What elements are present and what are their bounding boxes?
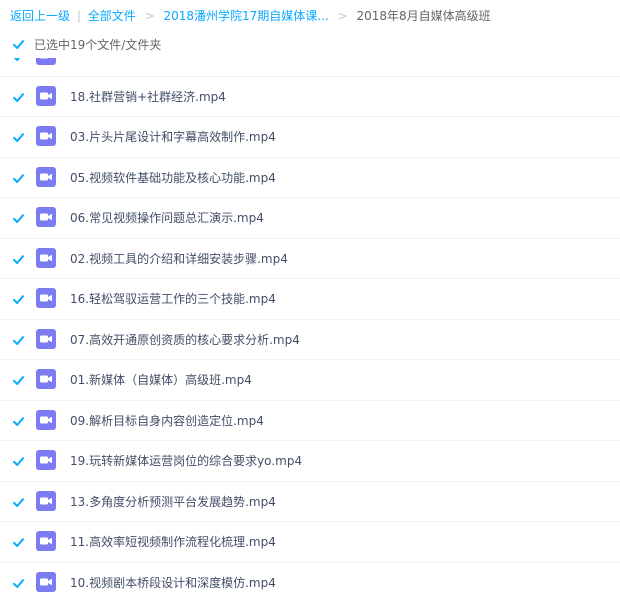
file-row[interactable]: 19.玩转新媒体运营岗位的综合要求yo.mp4 — [0, 441, 620, 482]
breadcrumb-trail: 返回上一级 | 全部文件 > 2018潘州学院17期自媒体课... > 2018… — [10, 0, 491, 32]
breadcrumb-separator: > — [144, 9, 155, 23]
file-checkbox[interactable] — [12, 252, 25, 266]
file-row[interactable]: 10.视频剧本桥段设计和深度模仿.mp4 — [0, 562, 620, 598]
video-icon — [36, 531, 56, 551]
file-row[interactable] — [0, 58, 620, 77]
checkmark-icon — [13, 335, 24, 345]
back-link[interactable]: 返回上一级 — [10, 9, 70, 23]
checkmark-icon — [13, 497, 24, 507]
video-icon — [36, 58, 56, 65]
video-icon — [36, 490, 56, 511]
file-checkbox[interactable] — [12, 90, 25, 104]
file-row[interactable]: 01.新媒体（自媒体）高级班.mp4 — [0, 360, 620, 401]
checkmark-icon — [13, 58, 21, 61]
file-name[interactable]: 09.解析目标自身内容创造定位.mp4 — [70, 401, 264, 441]
file-name[interactable]: 19.玩转新媒体运营岗位的综合要求yo.mp4 — [70, 441, 302, 481]
checkmark-icon — [13, 457, 24, 466]
select-all-checkbox[interactable] — [12, 38, 25, 51]
file-checkbox[interactable] — [12, 131, 25, 144]
video-icon — [36, 247, 56, 268]
checkmark-icon — [13, 214, 24, 223]
checkmark-icon — [13, 295, 24, 304]
file-row[interactable]: 06.常见视频操作问题总汇演示.mp4 — [0, 198, 620, 239]
checkmark-icon — [13, 40, 24, 49]
file-checkbox[interactable] — [12, 293, 25, 306]
file-checkbox[interactable] — [12, 374, 25, 387]
checkmark-icon — [13, 416, 24, 426]
file-name[interactable]: 16.轻松驾驭运营工作的三个技能.mp4 — [70, 279, 276, 319]
checkmark-icon — [13, 173, 24, 183]
checkmark-icon — [13, 578, 24, 588]
all-files-link[interactable]: 全部文件 — [88, 9, 136, 23]
file-row[interactable]: 09.解析目标自身内容创造定位.mp4 — [0, 400, 620, 441]
video-icon — [36, 126, 56, 146]
breadcrumb-divider: | — [76, 9, 81, 23]
file-name[interactable]: 13.多角度分析预测平台发展趋势.mp4 — [70, 482, 276, 522]
file-checkbox[interactable] — [12, 414, 25, 428]
video-icon — [36, 571, 56, 592]
file-list[interactable]: 18.社群营销+社群经济.mp4 03.片头片尾设计和字幕高效制作.mp4 05.视… — [0, 58, 620, 598]
file-row[interactable]: 11.高效率短视频制作流程化梳理.mp4 — [0, 522, 620, 563]
file-row[interactable]: 16.轻松驾驭运营工作的三个技能.mp4 — [0, 279, 620, 320]
file-row[interactable]: 18.社群营销+社群经济.mp4 — [0, 76, 620, 117]
video-icon — [36, 166, 56, 187]
video-icon — [36, 369, 56, 389]
file-checkbox[interactable] — [12, 455, 25, 468]
file-row[interactable]: 03.片头片尾设计和字幕高效制作.mp4 — [0, 117, 620, 158]
checkmark-icon — [13, 92, 24, 102]
video-icon — [36, 288, 56, 308]
file-checkbox[interactable] — [12, 171, 25, 185]
breadcrumb-separator: > — [337, 9, 348, 23]
selection-header: 已选中19个文件/文件夹 — [0, 32, 620, 58]
file-row[interactable]: 02.视频工具的介绍和详细安装步骤.mp4 — [0, 238, 620, 279]
file-name[interactable]: 07.高效开通原创资质的核心要求分析.mp4 — [70, 320, 300, 360]
video-icon — [36, 450, 56, 470]
folder-link[interactable]: 2018潘州学院17期自媒体课... — [163, 9, 328, 23]
checkmark-icon — [13, 376, 24, 385]
file-name[interactable]: 01.新媒体（自媒体）高级班.mp4 — [70, 360, 252, 400]
file-name[interactable]: 06.常见视频操作问题总汇演示.mp4 — [70, 198, 264, 238]
file-row[interactable]: 05.视频软件基础功能及核心功能.mp4 — [0, 157, 620, 198]
checkmark-icon — [13, 538, 24, 547]
file-name[interactable]: 03.片头片尾设计和字幕高效制作.mp4 — [70, 117, 276, 157]
selection-count-label: 已选中19个文件/文件夹 — [34, 38, 162, 52]
file-checkbox[interactable] — [12, 495, 25, 509]
file-list-rows: 18.社群营销+社群经济.mp4 03.片头片尾设计和字幕高效制作.mp4 05.视… — [0, 58, 620, 598]
file-name[interactable]: 11.高效率短视频制作流程化梳理.mp4 — [70, 522, 276, 562]
video-icon — [36, 328, 56, 349]
file-checkbox[interactable] — [12, 58, 25, 63]
file-name[interactable]: 18.社群营销+社群经济.mp4 — [70, 77, 226, 117]
current-folder: 2018年8月自媒体高级班 — [356, 9, 491, 23]
file-checkbox[interactable] — [12, 212, 25, 225]
breadcrumb: 返回上一级 | 全部文件 > 2018潘州学院17期自媒体课... > 2018… — [0, 0, 620, 32]
checkmark-icon — [13, 254, 24, 264]
file-checkbox[interactable] — [12, 536, 25, 549]
file-row[interactable]: 13.多角度分析预测平台发展趋势.mp4 — [0, 481, 620, 522]
file-name[interactable]: 10.视频剧本桥段设计和深度模仿.mp4 — [70, 563, 276, 598]
file-name[interactable]: 02.视频工具的介绍和详细安装步骤.mp4 — [70, 239, 288, 279]
file-row[interactable]: 07.高效开通原创资质的核心要求分析.mp4 — [0, 319, 620, 360]
video-icon — [36, 207, 56, 227]
video-icon — [36, 409, 56, 430]
file-name[interactable]: 05.视频软件基础功能及核心功能.mp4 — [70, 158, 276, 198]
checkmark-icon — [13, 133, 24, 142]
video-icon — [36, 85, 56, 106]
file-checkbox[interactable] — [12, 576, 25, 590]
file-checkbox[interactable] — [12, 333, 25, 347]
